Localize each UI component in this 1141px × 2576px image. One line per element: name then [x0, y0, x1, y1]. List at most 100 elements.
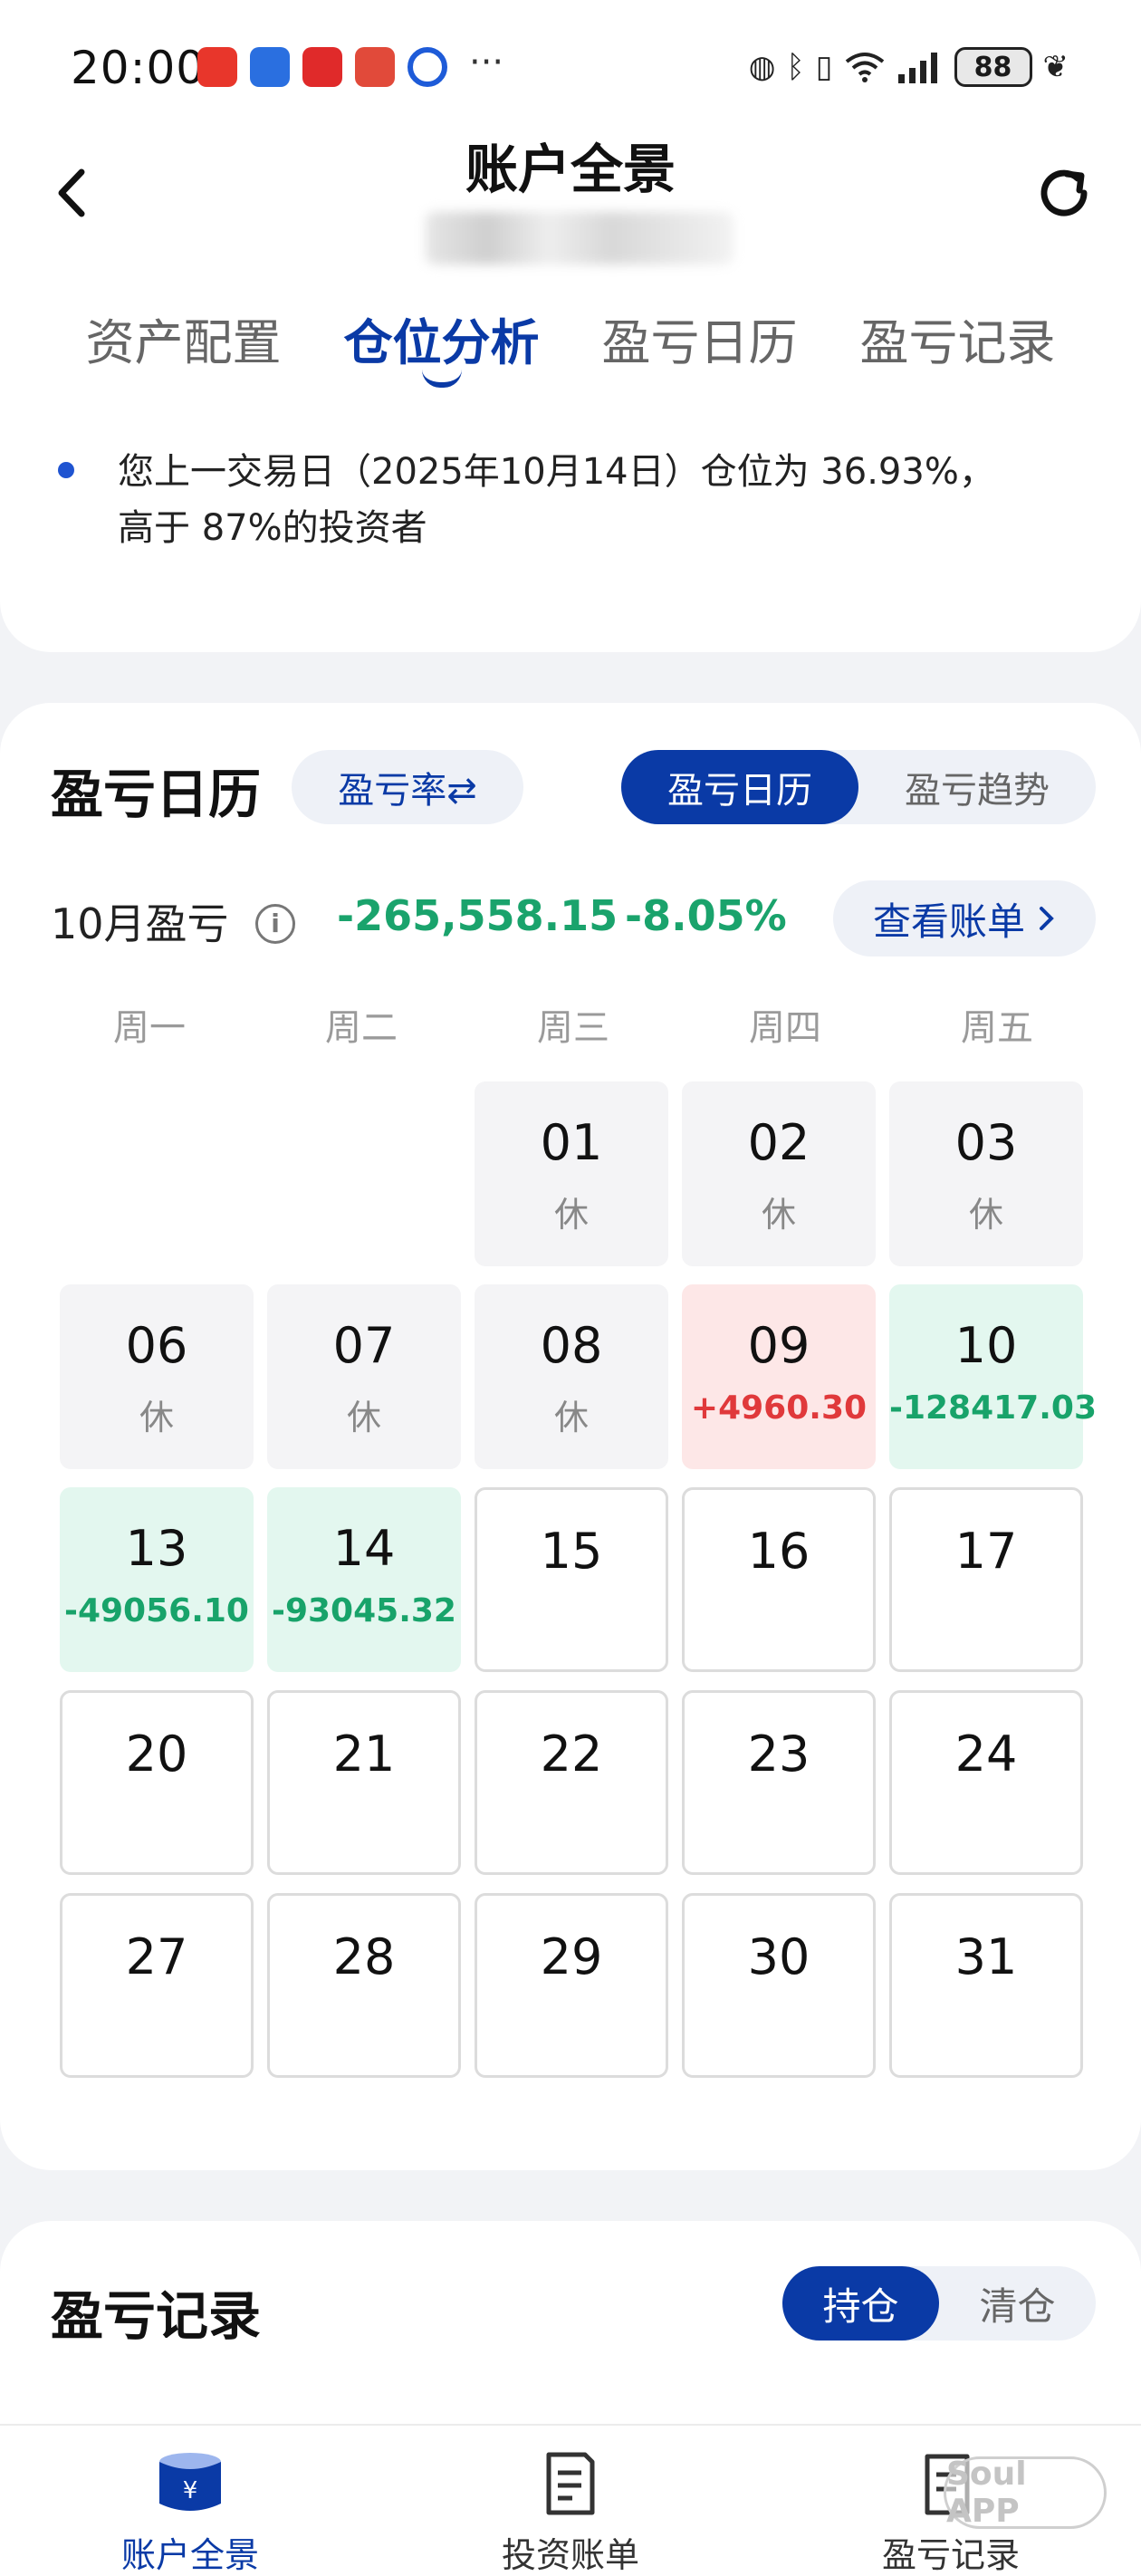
active-tab-indicator	[421, 370, 462, 388]
status-time: 20:00	[71, 42, 206, 94]
page-title: 账户全景	[465, 139, 676, 200]
calendar-day-cell[interactable]: 16	[682, 1487, 876, 1672]
calendar-day-cell[interactable]: 06 休	[60, 1284, 254, 1469]
app-notification-icon	[302, 47, 342, 87]
day-number: 01	[540, 1114, 603, 1171]
view-calendar-option[interactable]: 盈亏日历	[621, 750, 858, 824]
app-notification-icon	[355, 47, 395, 87]
tab-label: 仓位分析	[343, 314, 540, 371]
day-number: 08	[540, 1317, 603, 1374]
position-note: 您上一交易日（2025年10月14日）仓位为 36.93%， 高于 87%的投资…	[58, 444, 1078, 556]
calendar-day-cell[interactable]: 20	[60, 1690, 254, 1875]
view-trend-option[interactable]: 盈亏趋势	[858, 750, 1096, 824]
rest-label: 休	[761, 1195, 796, 1235]
cleared-option[interactable]: 清仓	[939, 2266, 1096, 2341]
status-app-icons	[197, 47, 447, 87]
day-number: 22	[540, 1725, 603, 1783]
month-pl-value: -265,558.15	[337, 891, 618, 940]
day-number: 07	[332, 1317, 396, 1374]
day-number: 23	[747, 1725, 810, 1783]
records-title: 盈亏记录	[51, 2285, 262, 2347]
calendar-day-cell[interactable]: 15	[475, 1487, 668, 1672]
month-label: 10月盈亏	[51, 899, 229, 948]
calendar-day-cell[interactable]: 23	[682, 1690, 876, 1875]
weekday-label: 周三	[537, 1007, 609, 1049]
calendar-day-cell[interactable]: 02 休	[682, 1081, 876, 1266]
holding-option[interactable]: 持仓	[782, 2266, 939, 2341]
view-bill-button[interactable]: 查看账单	[833, 880, 1096, 956]
day-number: 10	[954, 1317, 1018, 1374]
pl-calendar-card: 盈亏日历 盈亏率⇄ 盈亏日历 盈亏趋势 10月盈亏 i -265,558.15 …	[0, 703, 1141, 2170]
day-number: 28	[332, 1928, 396, 1985]
day-number: 02	[747, 1114, 810, 1171]
day-number: 31	[954, 1928, 1018, 1985]
calendar-day-cell[interactable]: 14 -93045.32	[267, 1487, 461, 1672]
blurred-account-id	[426, 212, 734, 264]
calendar-day-cell[interactable]: 27	[60, 1893, 254, 2078]
day-pl-value: -93045.32	[272, 1592, 456, 1629]
status-bar: 20:00 ··· ◍ ᛒ ▯ 88 ❦	[0, 34, 1141, 107]
weekday-header: 周一 周二 周三 周四 周五	[51, 998, 1096, 1051]
navigation-bar: 账户全景	[0, 118, 1141, 264]
battery-icon: 88	[954, 47, 1032, 87]
calendar-view-switch: 盈亏日历 盈亏趋势	[621, 750, 1096, 824]
rest-label: 休	[346, 1398, 381, 1437]
signal-icon	[897, 53, 937, 83]
calendar-day-cell[interactable]: 08 休	[475, 1284, 668, 1469]
records-filter-switch: 持仓 清仓	[782, 2266, 1096, 2341]
calendar-day-cell[interactable]: 28	[267, 1893, 461, 2078]
bullet-dot	[58, 462, 74, 478]
calendar-day-cell[interactable]: 09 +4960.30	[682, 1284, 876, 1469]
calendar-day-cell[interactable]: 30	[682, 1893, 876, 2078]
calendar-day-cell[interactable]: 17	[889, 1487, 1083, 1672]
day-number: 13	[125, 1520, 188, 1577]
calendar-day-cell[interactable]: 10 -128417.03	[889, 1284, 1098, 1469]
day-number: 30	[747, 1928, 810, 1985]
calendar-empty-cell	[60, 1081, 254, 1266]
calendar-day-cell[interactable]: 07 休	[267, 1284, 461, 1469]
calendar-day-cell[interactable]: 31	[889, 1893, 1083, 2078]
day-number: 29	[540, 1928, 603, 1985]
rest-label: 休	[139, 1398, 174, 1437]
app-notification-icon	[197, 47, 237, 87]
tab-pl-records[interactable]: 盈亏记录	[860, 299, 1056, 389]
nav-account-overview[interactable]: ¥ 账户全景	[0, 2426, 380, 2576]
calendar-day-cell[interactable]: 22	[475, 1690, 668, 1875]
calendar-day-cell[interactable]: 01 休	[475, 1081, 668, 1266]
tab-asset-allocation[interactable]: 资产配置	[86, 299, 282, 389]
tab-position-analysis[interactable]: 仓位分析	[344, 299, 540, 389]
calendar-day-cell[interactable]: 03 休	[889, 1081, 1083, 1266]
day-number: 03	[954, 1114, 1018, 1171]
section-tabs: 资产配置 仓位分析 盈亏日历 盈亏记录	[0, 299, 1141, 389]
day-pl-value: +4960.30	[690, 1389, 868, 1427]
day-number: 20	[125, 1725, 188, 1783]
nav-label: 账户全景	[120, 2535, 259, 2575]
rest-label: 休	[553, 1195, 589, 1235]
calendar-day-cell[interactable]: 13 -49056.10	[60, 1487, 254, 1672]
month-pl-percent: -8.05%	[625, 891, 787, 940]
tab-pl-calendar[interactable]: 盈亏日历	[602, 299, 798, 389]
leaf-icon: ❦	[1042, 49, 1069, 85]
rest-label: 休	[553, 1398, 589, 1437]
day-pl-value: -128417.03	[889, 1389, 1098, 1427]
status-more-icon: ···	[469, 42, 504, 83]
app-notification-icon	[408, 47, 447, 87]
calendar-day-cell[interactable]: 29	[475, 1893, 668, 2078]
weekday-label: 周二	[325, 1007, 398, 1049]
calendar-grid: 01 休 02 休 03 休 06 休 07 休 08 休 09 +4960.30 10 -128417.03…	[60, 1081, 1098, 2078]
refresh-icon[interactable]	[1032, 161, 1096, 225]
day-number: 15	[540, 1523, 603, 1580]
nav-investment-bill[interactable]: 投资账单	[380, 2426, 761, 2576]
info-icon[interactable]: i	[255, 904, 295, 944]
watermark-logo: Soul APP	[944, 2456, 1107, 2530]
svg-text:¥: ¥	[183, 2477, 198, 2504]
pl-rate-toggle-button[interactable]: 盈亏率⇄	[292, 750, 523, 824]
calendar-day-cell[interactable]: 24	[889, 1690, 1083, 1875]
calendar-day-cell[interactable]: 21	[267, 1690, 461, 1875]
nav-label: 投资账单	[501, 2535, 639, 2575]
vibrate-icon: ▯	[815, 49, 833, 85]
chevron-right-icon	[1040, 907, 1054, 930]
day-number: 14	[332, 1520, 396, 1577]
wallet-icon: ¥	[159, 2453, 221, 2511]
weekday-label: 周一	[113, 1007, 186, 1049]
